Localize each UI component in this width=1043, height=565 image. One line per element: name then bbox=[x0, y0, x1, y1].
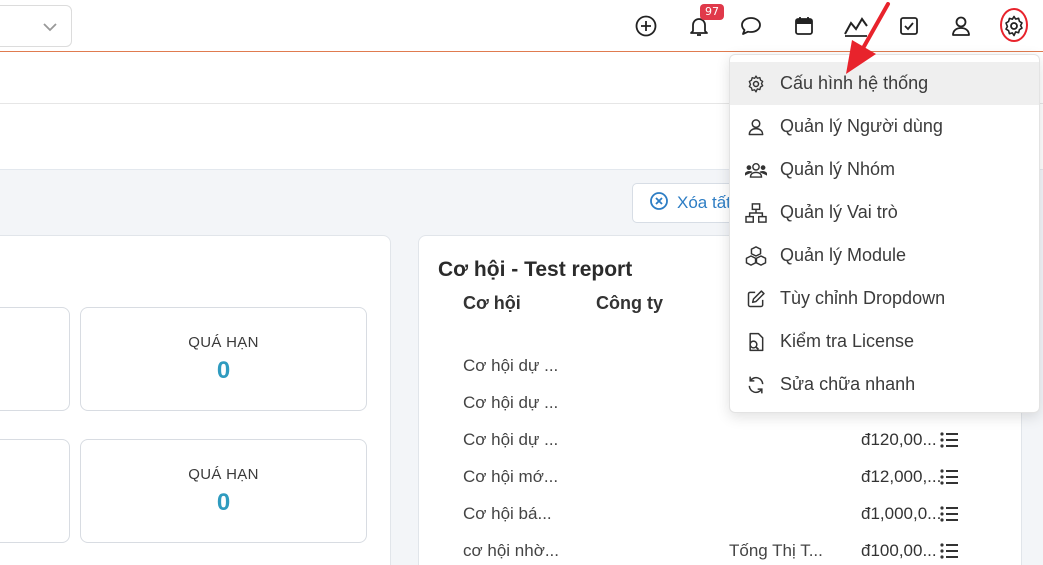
clear-all-label: Xóa tất bbox=[677, 193, 731, 212]
row-name[interactable]: cơ hội nhờ... bbox=[463, 541, 559, 561]
gear-icon[interactable] bbox=[1001, 12, 1027, 40]
chat-icon[interactable] bbox=[738, 12, 764, 40]
calendar-icon[interactable] bbox=[791, 12, 817, 40]
menu-item-label: Quản lý Nhóm bbox=[780, 159, 896, 179]
stat-value: 0 bbox=[216, 489, 231, 516]
column-header: Cơ hội bbox=[463, 293, 521, 313]
user-icon[interactable] bbox=[948, 12, 974, 40]
row-company: Tống Thị T... bbox=[729, 541, 823, 560]
menu-item-system-config[interactable]: Cấu hình hệ thống bbox=[730, 62, 1039, 105]
menu-item-label: Kiểm tra License bbox=[780, 331, 915, 351]
menu-item-dropdown-customize[interactable]: Tùy chỉnh Dropdown bbox=[730, 277, 1039, 320]
user-icon bbox=[745, 116, 767, 138]
list-menu-icon[interactable] bbox=[940, 506, 958, 527]
menu-item-label: Sửa chữa nhanh bbox=[780, 374, 916, 394]
stat-label: QUÁ HẠN bbox=[188, 466, 259, 483]
row-amount: đ120,00... bbox=[861, 430, 937, 449]
row-name[interactable]: Cơ hội mớ... bbox=[463, 467, 558, 487]
report-title: Cơ hội - Test report bbox=[438, 258, 633, 281]
stats-card: QUÁ HẠN 0 QUÁ HẠN 0 bbox=[0, 235, 391, 565]
checkbox-icon[interactable] bbox=[896, 12, 922, 40]
stat-box-overdue: QUÁ HẠN 0 bbox=[80, 307, 367, 411]
settings-dropdown: Cấu hình hệ thống Quản lý Người dùng Quả… bbox=[729, 54, 1040, 413]
stat-box bbox=[0, 439, 70, 543]
row-amount: đ100,00... bbox=[861, 541, 937, 560]
stat-value: 0 bbox=[216, 357, 231, 384]
menu-item-license-check[interactable]: Kiểm tra License bbox=[730, 320, 1039, 363]
stat-box-overdue: QUÁ HẠN 0 bbox=[80, 439, 367, 543]
menu-item-label: Quản lý Vai trò bbox=[780, 202, 898, 222]
refresh-icon bbox=[745, 374, 767, 396]
edit-icon bbox=[745, 288, 767, 310]
chart-line-icon[interactable] bbox=[843, 12, 869, 40]
row-name[interactable]: Cơ hội bá... bbox=[463, 504, 552, 524]
boxes-icon bbox=[745, 245, 767, 267]
row-name[interactable]: Cơ hội dự ... bbox=[463, 356, 558, 376]
list-menu-icon[interactable] bbox=[940, 469, 958, 490]
menu-item-quick-repair[interactable]: Sửa chữa nhanh bbox=[730, 363, 1039, 406]
row-name[interactable]: Cơ hội dự ... bbox=[463, 393, 558, 413]
chevron-down-icon bbox=[41, 18, 59, 41]
row-amount: đ1,000,0... bbox=[861, 504, 942, 523]
menu-item-label: Tùy chỉnh Dropdown bbox=[780, 288, 946, 308]
menu-item-label: Quản lý Module bbox=[780, 245, 907, 265]
row-name[interactable]: Cơ hội dự ... bbox=[463, 430, 558, 450]
close-circle-icon bbox=[649, 191, 669, 216]
menu-item-module-management[interactable]: Quản lý Module bbox=[730, 234, 1039, 277]
menu-item-user-management[interactable]: Quản lý Người dùng bbox=[730, 105, 1039, 148]
stat-label: QUÁ HẠN bbox=[188, 334, 259, 351]
group-icon bbox=[745, 159, 767, 181]
menu-item-role-management[interactable]: Quản lý Vai trò bbox=[730, 191, 1039, 234]
add-circle-icon[interactable] bbox=[633, 12, 659, 40]
gear-icon bbox=[745, 73, 767, 95]
menu-item-label: Quản lý Người dùng bbox=[780, 116, 943, 136]
module-select[interactable] bbox=[0, 5, 72, 47]
menu-item-label: Cấu hình hệ thống bbox=[780, 73, 929, 93]
top-header: 97 bbox=[0, 0, 1043, 52]
column-header: Công ty bbox=[596, 293, 663, 313]
list-menu-icon[interactable] bbox=[940, 543, 958, 564]
list-menu-icon[interactable] bbox=[940, 432, 958, 453]
license-icon bbox=[745, 331, 767, 353]
menu-item-group-management[interactable]: Quản lý Nhóm bbox=[730, 148, 1039, 191]
hierarchy-icon bbox=[745, 202, 767, 224]
stat-box bbox=[0, 307, 70, 411]
row-amount: đ12,000,... bbox=[861, 467, 942, 486]
notification-badge: 97 bbox=[700, 4, 724, 20]
